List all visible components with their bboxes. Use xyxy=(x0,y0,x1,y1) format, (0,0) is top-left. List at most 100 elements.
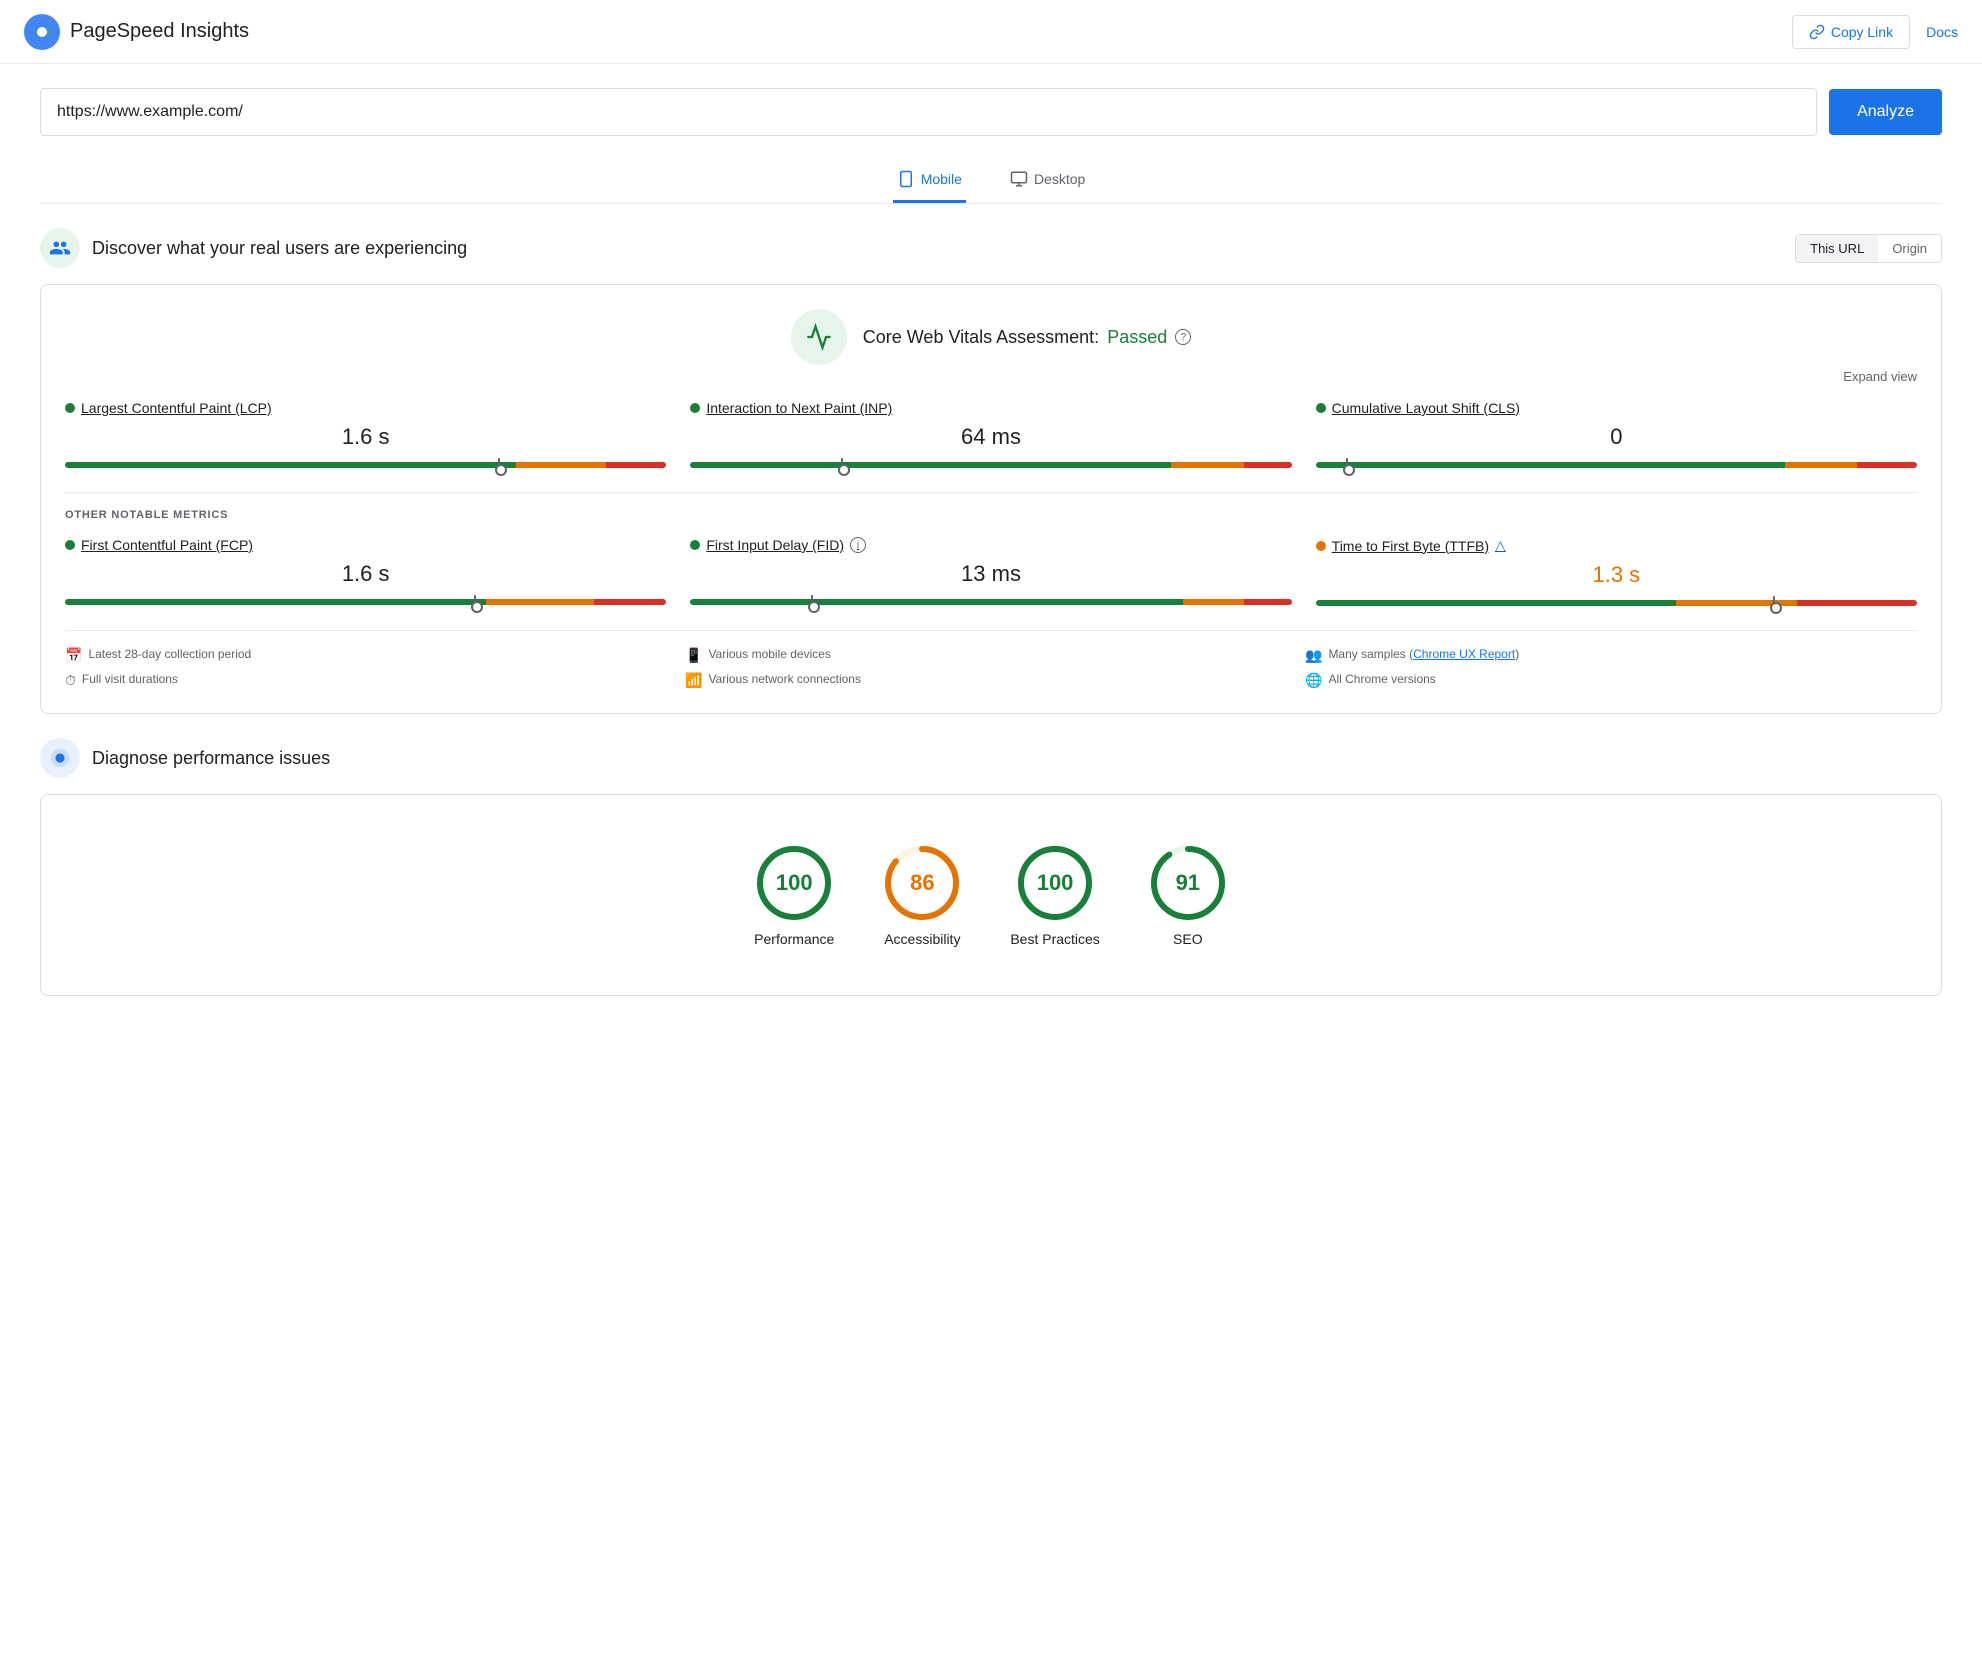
scores-grid: 100 Performance 86 Accessibility xyxy=(65,819,1917,971)
docs-link[interactable]: Docs xyxy=(1926,24,1958,40)
copy-link-label: Copy Link xyxy=(1831,24,1893,40)
cwv-status: Passed xyxy=(1107,327,1167,348)
header-left: PageSpeed Insights xyxy=(24,14,249,50)
tabs-section: Mobile Desktop xyxy=(40,152,1942,204)
timer-icon: ⏱ xyxy=(65,672,76,689)
fcp-dot xyxy=(65,540,75,550)
info-text-0: Latest 28-day collection period xyxy=(88,647,251,661)
info-item-0: 📅 Latest 28-day collection period xyxy=(65,647,677,664)
expand-view[interactable]: Expand view xyxy=(65,369,1917,384)
copy-link-button[interactable]: Copy Link xyxy=(1792,15,1910,49)
metric-cls: Cumulative Layout Shift (CLS) 0 xyxy=(1316,400,1917,468)
score-circle-performance: 100 xyxy=(754,843,834,923)
mobile-devices-icon: 📱 xyxy=(685,647,702,664)
info-text-1: Various mobile devices xyxy=(708,647,831,661)
cwv-card: Core Web Vitals Assessment: Passed ? Exp… xyxy=(40,284,1942,714)
ttfb-label[interactable]: Time to First Byte (TTFB) △ xyxy=(1316,537,1917,554)
desktop-icon xyxy=(1010,170,1028,188)
metric-lcp: Largest Contentful Paint (LCP) 1.6 s xyxy=(65,400,666,468)
ttfb-dot xyxy=(1316,541,1326,551)
metric-fid: First Input Delay (FID) i 13 ms xyxy=(690,537,1291,606)
url-origin-toggle: This URL Origin xyxy=(1795,234,1942,263)
inp-dot xyxy=(690,403,700,413)
fid-label[interactable]: First Input Delay (FID) i xyxy=(690,537,1291,553)
score-seo: 91 SEO xyxy=(1148,843,1228,947)
info-text-3: Full visit durations xyxy=(82,672,178,686)
header-right: Copy Link Docs xyxy=(1792,15,1958,49)
wrench-icon xyxy=(49,747,71,769)
cls-label[interactable]: Cumulative Layout Shift (CLS) xyxy=(1316,400,1917,416)
diagnose-icon xyxy=(40,738,80,778)
search-section: Analyze xyxy=(0,64,1982,152)
fid-value: 13 ms xyxy=(690,557,1291,591)
chrome-icon: 🌐 xyxy=(1305,672,1322,689)
link-icon xyxy=(1809,24,1825,40)
inp-value: 64 ms xyxy=(690,420,1291,454)
lcp-bar xyxy=(65,462,666,468)
score-circle-seo: 91 xyxy=(1148,843,1228,923)
fcp-label[interactable]: First Contentful Paint (FCP) xyxy=(65,537,666,553)
fcp-value: 1.6 s xyxy=(65,557,666,591)
other-metrics-grid: First Contentful Paint (FCP) 1.6 s First… xyxy=(65,537,1917,606)
score-best-practices: 100 Best Practices xyxy=(1010,843,1099,947)
score-circle-best-practices: 100 xyxy=(1015,843,1095,923)
tab-mobile-label: Mobile xyxy=(921,171,962,187)
mobile-icon xyxy=(897,170,915,188)
toggle-origin[interactable]: Origin xyxy=(1878,235,1941,262)
network-icon: 📶 xyxy=(685,672,702,689)
diagnose-header: Diagnose performance issues xyxy=(40,738,1942,778)
info-item-1: 📱 Various mobile devices xyxy=(685,647,1297,664)
lcp-value: 1.6 s xyxy=(65,420,666,454)
accessibility-label: Accessibility xyxy=(884,931,960,947)
tab-desktop[interactable]: Desktop xyxy=(1006,160,1089,203)
fid-dot xyxy=(690,540,700,550)
info-item-5: 🌐 All Chrome versions xyxy=(1305,672,1917,689)
header: PageSpeed Insights Copy Link Docs xyxy=(0,0,1982,64)
field-data-title: Discover what your real users are experi… xyxy=(92,238,467,259)
metric-fcp: First Contentful Paint (FCP) 1.6 s xyxy=(65,537,666,606)
lcp-label[interactable]: Largest Contentful Paint (LCP) xyxy=(65,400,666,416)
tab-mobile[interactable]: Mobile xyxy=(893,160,966,203)
info-text-2: Many samples (Chrome UX Report) xyxy=(1328,647,1519,661)
other-metrics-label: OTHER NOTABLE METRICS xyxy=(65,509,1917,521)
info-item-2: 👥 Many samples (Chrome UX Report) xyxy=(1305,647,1917,664)
diagnose-title: Diagnose performance issues xyxy=(92,748,330,769)
cls-value: 0 xyxy=(1316,420,1917,454)
primary-metrics-grid: Largest Contentful Paint (LCP) 1.6 s Int… xyxy=(65,400,1917,468)
chrome-ux-link[interactable]: Chrome UX Report xyxy=(1413,647,1515,661)
info-text-5: All Chrome versions xyxy=(1328,672,1435,686)
cwv-info-icon[interactable]: ? xyxy=(1175,329,1191,345)
calendar-icon: 📅 xyxy=(65,647,82,664)
inp-bar xyxy=(690,462,1291,468)
fid-info-icon[interactable]: i xyxy=(850,537,866,553)
cwv-icon xyxy=(791,309,847,365)
field-data-header: Discover what your real users are experi… xyxy=(40,228,1942,268)
performance-label: Performance xyxy=(754,931,834,947)
score-accessibility: 86 Accessibility xyxy=(882,843,962,947)
metric-ttfb: Time to First Byte (TTFB) △ 1.3 s xyxy=(1316,537,1917,606)
info-item-3: ⏱ Full visit durations xyxy=(65,672,677,689)
tab-desktop-label: Desktop xyxy=(1034,171,1085,187)
metric-inp: Interaction to Next Paint (INP) 64 ms xyxy=(690,400,1291,468)
ttfb-value: 1.3 s xyxy=(1316,558,1917,592)
toggle-this-url[interactable]: This URL xyxy=(1796,235,1878,262)
inp-label[interactable]: Interaction to Next Paint (INP) xyxy=(690,400,1291,416)
accessibility-score: 86 xyxy=(910,870,934,896)
analyze-button[interactable]: Analyze xyxy=(1829,89,1942,135)
seo-label: SEO xyxy=(1173,931,1203,947)
main-content: Discover what your real users are experi… xyxy=(0,204,1982,1044)
app-title: PageSpeed Insights xyxy=(70,20,249,43)
performance-score: 100 xyxy=(776,870,813,896)
cwv-top: Core Web Vitals Assessment: Passed ? xyxy=(65,309,1917,365)
url-input[interactable] xyxy=(40,88,1817,136)
ttfb-bar xyxy=(1316,600,1917,606)
cls-dot xyxy=(1316,403,1326,413)
fcp-bar xyxy=(65,599,666,605)
people-icon xyxy=(49,237,71,259)
pagespeed-logo xyxy=(24,14,60,50)
seo-score: 91 xyxy=(1176,870,1200,896)
cls-bar xyxy=(1316,462,1917,468)
scores-card: 100 Performance 86 Accessibility xyxy=(40,794,1942,996)
best-practices-score: 100 xyxy=(1037,870,1074,896)
field-data-icon xyxy=(40,228,80,268)
